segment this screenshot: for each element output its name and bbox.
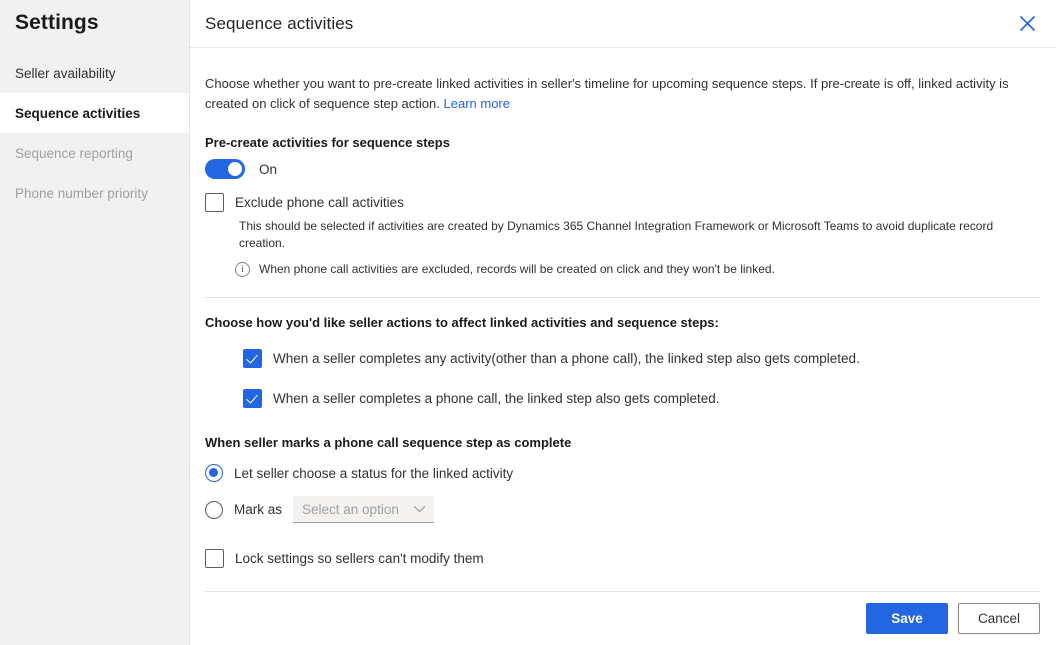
section-divider [205, 297, 1040, 298]
close-button[interactable] [1012, 9, 1042, 39]
mark-as-status-dropdown[interactable]: Select an option [293, 496, 434, 523]
toggle-knob [228, 162, 242, 176]
panel-description: Choose whether you want to pre-create li… [205, 74, 1040, 114]
sidebar-item-label: Seller availability [15, 65, 116, 81]
exclude-info-row: i When phone call activities are exclude… [235, 261, 1040, 278]
seller-action-option-2-label: When a seller completes a phone call, th… [273, 391, 720, 406]
exclude-info-text: When phone call activities are excluded,… [259, 262, 775, 276]
panel-body: Choose whether you want to pre-create li… [190, 48, 1056, 593]
exclude-phone-call-checkbox[interactable] [205, 193, 224, 212]
let-seller-choose-radio[interactable] [205, 464, 223, 482]
sidebar-item-sequence-activities[interactable]: Sequence activities [0, 93, 189, 133]
settings-main-panel: Sequence activities Choose whether you w… [190, 0, 1056, 645]
seller-action-option-2-checkbox[interactable] [243, 389, 262, 408]
seller-actions-title: Choose how you'd like seller actions to … [205, 315, 719, 330]
sidebar-item-label: Sequence reporting [15, 145, 133, 161]
mark-as-radio[interactable] [205, 500, 223, 519]
precreate-section-label: Pre-create activities for sequence steps [205, 135, 450, 150]
page-title: Sequence activities [205, 13, 354, 33]
seller-action-option-1-checkbox[interactable] [243, 349, 262, 368]
chevron-down-icon [413, 500, 426, 518]
dialog-footer: Save Cancel [205, 591, 1040, 645]
lock-settings-row: Lock settings so sellers can't modify th… [205, 549, 1040, 568]
sidebar-item-seller-availability[interactable]: Seller availability [0, 53, 189, 93]
precreate-toggle-state-label: On [259, 161, 278, 177]
panel-header: Sequence activities [190, 0, 1056, 48]
sidebar-nav-list: Seller availability Sequence activities … [0, 53, 189, 213]
settings-sidebar: Settings Seller availability Sequence ac… [0, 0, 190, 645]
learn-more-link[interactable]: Learn more [444, 96, 510, 111]
mark-as-label: Mark as [234, 502, 283, 517]
mark-as-status-dropdown-value: Select an option [302, 501, 399, 517]
let-seller-choose-row: Let seller choose a status for the linke… [205, 464, 1040, 482]
exclude-phone-call-label: Exclude phone call activities [235, 195, 404, 210]
info-circle-icon: i [235, 262, 250, 277]
lock-settings-label: Lock settings so sellers can't modify th… [235, 551, 484, 566]
panel-description-text: Choose whether you want to pre-create li… [205, 76, 1009, 111]
phone-call-complete-title: When seller marks a phone call sequence … [205, 435, 572, 450]
sidebar-item-phone-number-priority[interactable]: Phone number priority [0, 173, 189, 213]
precreate-toggle[interactable] [205, 159, 245, 179]
cancel-button[interactable]: Cancel [958, 603, 1040, 634]
exclude-phone-call-note: This should be selected if activities ar… [239, 219, 994, 250]
seller-action-option-1-row: When a seller completes any activity(oth… [243, 349, 1040, 368]
sidebar-item-label: Sequence activities [15, 105, 141, 121]
seller-action-option-2-row: When a seller completes a phone call, th… [243, 389, 1040, 408]
sidebar-item-label: Phone number priority [15, 185, 148, 201]
settings-dialog: Settings Seller availability Sequence ac… [0, 0, 1056, 645]
lock-settings-checkbox[interactable] [205, 549, 224, 568]
precreate-toggle-row: On [205, 159, 1040, 179]
save-button[interactable]: Save [866, 603, 948, 634]
exclude-phone-call-row: Exclude phone call activities [205, 193, 1040, 212]
sidebar-title: Settings [15, 11, 99, 34]
sidebar-item-sequence-reporting[interactable]: Sequence reporting [0, 133, 189, 173]
seller-action-option-1-label: When a seller completes any activity(oth… [273, 351, 860, 366]
close-icon [1019, 15, 1036, 32]
mark-as-row: Mark as Select an option [205, 496, 1040, 523]
let-seller-choose-label: Let seller choose a status for the linke… [234, 465, 514, 481]
